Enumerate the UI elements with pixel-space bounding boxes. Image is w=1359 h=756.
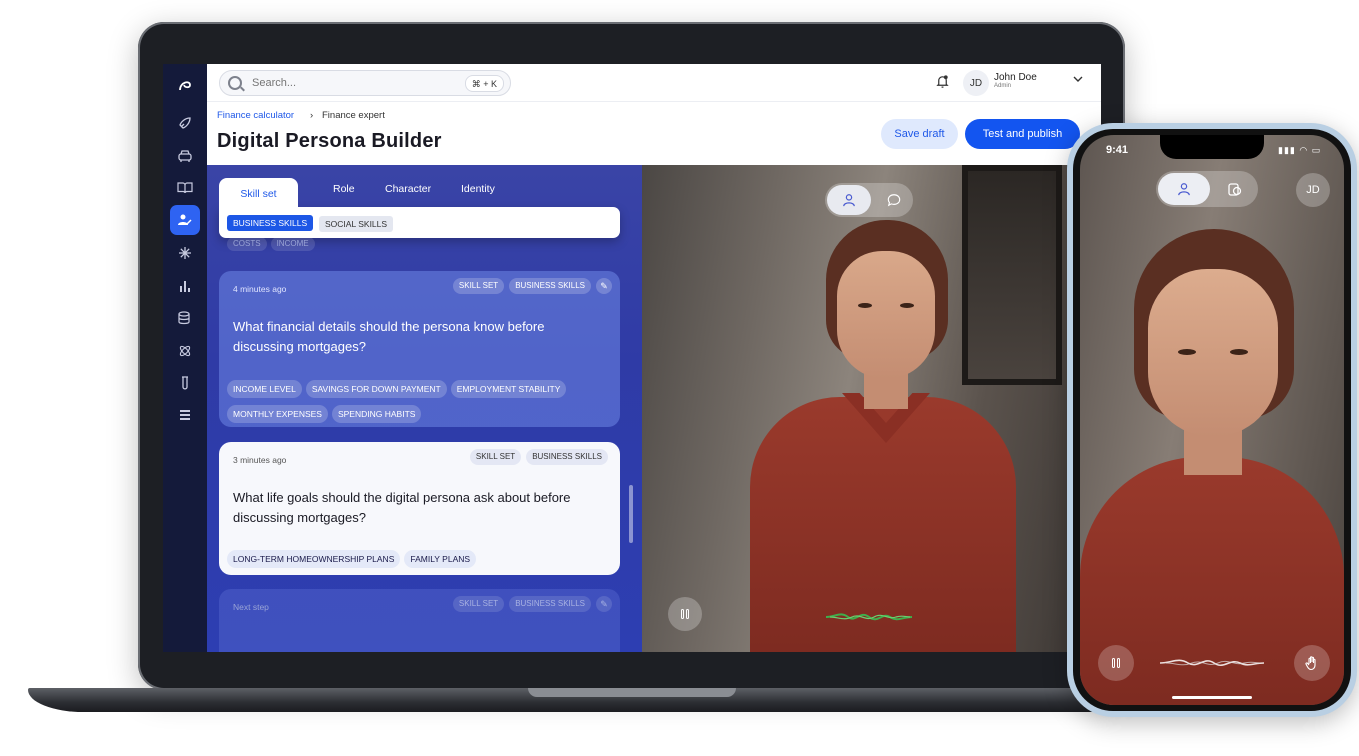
tag: SKILL SET (469, 449, 522, 465)
search-box[interactable]: ⌘ + K (219, 70, 511, 96)
persona-eye (1178, 349, 1196, 355)
card-question: What life goals should the digital perso… (233, 490, 571, 525)
bar-chart-icon[interactable] (170, 271, 200, 301)
view-mode-toggle[interactable] (825, 183, 913, 217)
persona-eye (1230, 349, 1248, 355)
persona-video (642, 165, 1101, 652)
test-and-publish-button[interactable]: Test and publish (965, 119, 1080, 149)
panel-scrollbar[interactable] (629, 485, 633, 543)
tag: BUSINESS SKILLS (509, 278, 591, 294)
subtab-business-skills[interactable]: BUSINESS SKILLS (227, 215, 314, 231)
tag: BUSINESS SKILLS (526, 449, 608, 465)
chevron-down-icon[interactable] (1073, 74, 1083, 87)
breadcrumb-current: Finance expert (322, 110, 385, 121)
previous-card-chips: COSTS INCOME (227, 233, 319, 251)
tab-identity[interactable]: Identity (461, 183, 495, 195)
hand-raise-icon[interactable] (1294, 645, 1330, 681)
laptop-screen: ⌘ + K JD John Doe Admin Finance calculat… (163, 64, 1101, 652)
search-icon (228, 76, 242, 90)
status-indicators: ▮▮▮ ◠ ▭ (1278, 145, 1322, 155)
tag: SKILL SET (452, 596, 505, 612)
phone-screen: 9:41 ▮▮▮ ◠ ▭ JD (1080, 135, 1344, 705)
answer-chips: LONG-TERM HOMEOWNERSHIP PLANS FAMILY PLAN… (227, 549, 607, 574)
chip: COSTS (227, 237, 267, 251)
chip[interactable]: LONG-TERM HOMEOWNERSHIP PLANS (227, 550, 401, 568)
chip: INCOME (270, 237, 315, 251)
chip[interactable]: FAMILY PLANS (404, 550, 477, 568)
persona-face (837, 251, 935, 379)
pencil-icon[interactable]: ✎ (596, 278, 612, 294)
rocket-icon[interactable] (170, 108, 200, 138)
avatar[interactable]: JD (963, 70, 989, 96)
tab-role[interactable]: Role (333, 183, 355, 195)
avatar[interactable]: JD (1296, 173, 1330, 207)
card-tags: SKILL SET BUSINESS SKILLS ✎ (452, 596, 612, 612)
database-icon[interactable] (170, 303, 200, 333)
logo-icon[interactable] (170, 70, 200, 100)
sidebar (163, 64, 207, 652)
chip[interactable]: SPENDING HABITS (331, 405, 422, 423)
stack-icon[interactable] (170, 400, 200, 430)
view-mode-toggle[interactable] (1156, 171, 1258, 207)
car-icon[interactable] (170, 141, 200, 171)
card-timestamp: 4 minutes ago (233, 284, 287, 294)
persona-eye (900, 303, 914, 308)
search-shortcut: ⌘ + K (464, 75, 504, 92)
pencil-icon[interactable]: ✎ (596, 596, 612, 612)
tag: SKILL SET (452, 278, 505, 294)
background-picture-frame (962, 165, 1062, 385)
chip[interactable]: SAVINGS FOR DOWN PAYMENT (305, 380, 447, 398)
card-question: What financial details should the person… (233, 319, 545, 354)
breadcrumb-separator: › (310, 110, 314, 121)
skills-panel: BUSINESS SKILLS SOCIAL SKILLS Skill set … (207, 165, 642, 652)
chat-view-icon[interactable] (877, 185, 911, 215)
user-name: John Doe (994, 72, 1037, 83)
card-timestamp: Next step (233, 602, 269, 612)
card-tags: SKILL SET BUSINESS SKILLS (469, 449, 608, 465)
question-card[interactable]: 3 minutes ago SKILL SET BUSINESS SKILLS … (219, 442, 620, 575)
laptop-notch (528, 688, 736, 697)
chip[interactable]: INCOME LEVEL (227, 380, 302, 398)
search-input[interactable] (250, 76, 450, 90)
voice-waveform-icon (1159, 653, 1265, 678)
card-timestamp: 3 minutes ago (233, 455, 287, 465)
notification-bell-icon[interactable] (935, 74, 950, 92)
voice-waveform-icon (825, 608, 913, 631)
page-title: Digital Persona Builder (217, 130, 442, 152)
pause-icon[interactable] (1098, 645, 1134, 681)
question-card[interactable]: 4 minutes ago SKILL SET BUSINESS SKILLS … (219, 271, 620, 427)
user-role: Admin (994, 83, 1012, 89)
subtab-social-skills[interactable]: SOCIAL SKILLS (319, 216, 394, 232)
tag: BUSINESS SKILLS (509, 596, 591, 612)
card-tags: SKILL SET BUSINESS SKILLS ✎ (452, 278, 612, 294)
pause-icon[interactable] (668, 597, 702, 631)
dynamic-island (1160, 135, 1264, 159)
save-draft-button[interactable]: Save draft (881, 119, 958, 149)
chip[interactable]: MONTHLY EXPENSES (227, 405, 328, 423)
tab-bar: BUSINESS SKILLS SOCIAL SKILLS Skill set … (219, 177, 621, 238)
tab-character[interactable]: Character (385, 183, 431, 195)
answer-chips: INCOME LEVEL SAVINGS FOR DOWN PAYMENT EMPL… (227, 379, 607, 429)
asterisk-icon[interactable] (170, 238, 200, 268)
atom-icon[interactable] (170, 336, 200, 366)
next-step-card[interactable]: Next step SKILL SET BUSINESS SKILLS ✎ (219, 589, 620, 652)
persona-face (1148, 269, 1278, 437)
avatar-view-icon[interactable] (827, 185, 871, 215)
avatar-view-icon[interactable] (1158, 173, 1210, 205)
status-time: 9:41 (1106, 144, 1129, 156)
history-icon[interactable] (1216, 173, 1254, 205)
home-indicator[interactable] (1172, 696, 1252, 699)
persona-eye (858, 303, 872, 308)
tab-skill-set[interactable]: Skill set (219, 178, 298, 210)
topbar: ⌘ + K JD John Doe Admin (207, 64, 1101, 102)
test-tube-icon[interactable] (170, 368, 200, 398)
book-icon[interactable] (170, 173, 200, 203)
breadcrumb-parent[interactable]: Finance calculator (217, 110, 294, 121)
chip[interactable]: EMPLOYMENT STABILITY (450, 380, 567, 398)
persona-edit-icon[interactable] (170, 205, 200, 235)
